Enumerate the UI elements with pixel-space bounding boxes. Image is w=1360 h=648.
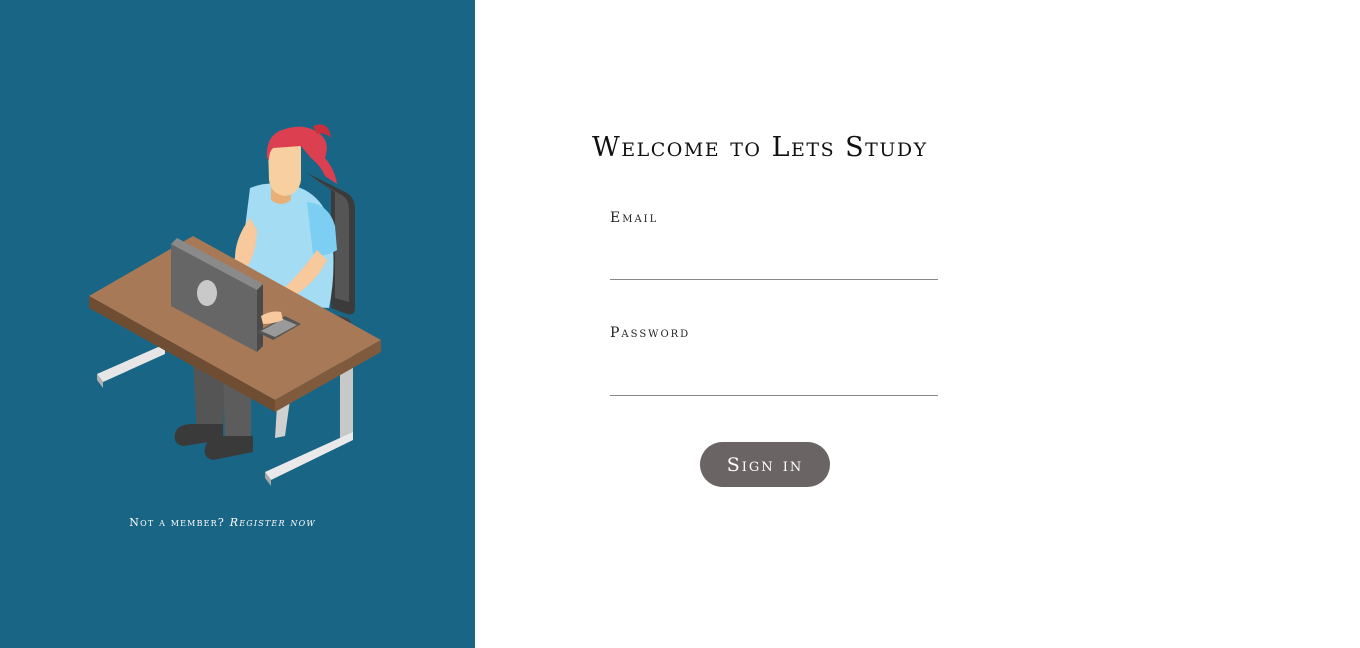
- register-now-link[interactable]: Register now: [230, 516, 316, 529]
- login-page: Not a member? Register now Welcome to Le…: [0, 0, 1360, 648]
- register-prompt-text: Not a member?: [129, 516, 226, 529]
- left-panel: Not a member? Register now: [0, 0, 475, 648]
- password-field[interactable]: [610, 368, 938, 396]
- page-title: Welcome to Lets Study: [592, 132, 928, 163]
- password-label: Password: [610, 325, 691, 341]
- login-form-panel: Welcome to Lets Study Email Password Sig…: [475, 0, 1360, 648]
- email-label: Email: [610, 210, 659, 226]
- person-at-laptop-desk-illustration: [89, 124, 381, 486]
- email-field[interactable]: [610, 252, 938, 280]
- sign-in-button[interactable]: Sign in: [700, 442, 830, 487]
- register-prompt: Not a member? Register now: [0, 516, 445, 529]
